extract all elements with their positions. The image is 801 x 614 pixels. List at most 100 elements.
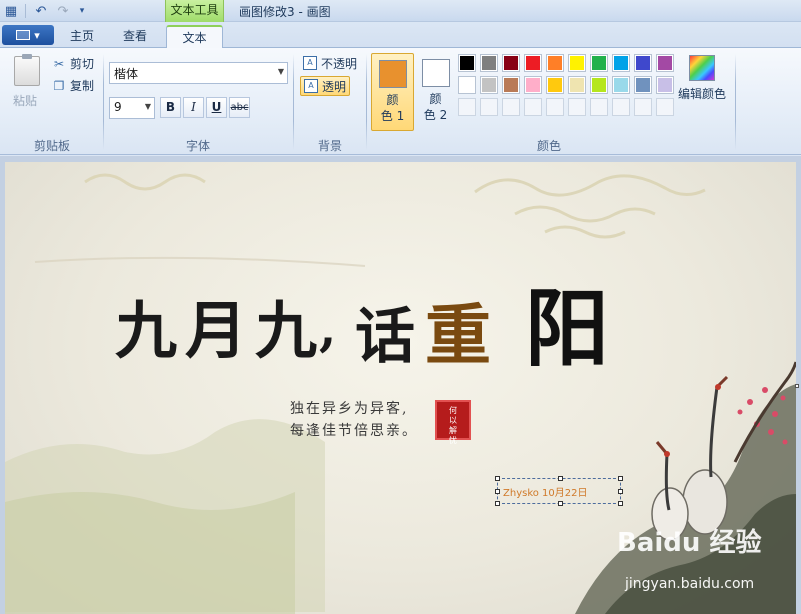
palette-color-swatch[interactable] (656, 76, 674, 94)
palette-custom-slot[interactable] (458, 98, 476, 116)
resize-handle[interactable] (618, 489, 623, 494)
palette-color-swatch[interactable] (480, 54, 498, 72)
palette-custom-slot[interactable] (634, 98, 652, 116)
resize-handle[interactable] (495, 489, 500, 494)
resize-handle[interactable] (618, 501, 623, 506)
headline-char: 重 (425, 296, 491, 374)
swatch-fill (482, 78, 496, 92)
transparent-option[interactable]: A 透明 (300, 76, 351, 96)
swatch-fill (614, 78, 628, 92)
headline-char: 九 (255, 294, 318, 367)
resize-handle[interactable] (495, 476, 500, 481)
palette-color-swatch[interactable] (480, 76, 498, 94)
palette-color-swatch[interactable] (590, 76, 608, 94)
underline-button[interactable]: U (206, 97, 227, 118)
palette-color-swatch[interactable] (524, 76, 542, 94)
group-separator (366, 54, 367, 150)
tab-home[interactable]: 主页 (60, 25, 104, 48)
headline-char: 月 (185, 294, 248, 367)
palette-custom-slot[interactable] (590, 98, 608, 116)
swatch-fill (614, 56, 628, 70)
headline-char: 阳 (525, 279, 610, 378)
strikethrough-button[interactable]: abc (229, 97, 250, 118)
italic-button[interactable]: I (183, 97, 204, 118)
palette-custom-slot[interactable] (480, 98, 498, 116)
drawing-canvas[interactable]: 九 月 九 , 话 重 阳 独在异乡为异客, 每逢佳节倍思亲。 何以解忧 Zhy… (5, 162, 796, 614)
copy-button[interactable]: ❐ 复制 (52, 77, 94, 94)
palette-custom-slot[interactable] (502, 98, 520, 116)
palette-color-swatch[interactable] (612, 76, 630, 94)
color1-label-b: 色 1 (380, 109, 405, 123)
opaque-option[interactable]: A 不透明 (300, 53, 360, 73)
resize-handle[interactable] (558, 501, 563, 506)
swatch-fill (548, 78, 562, 92)
text-box-content[interactable]: Zhysko 10月22日 (503, 484, 588, 499)
color1-label-a: 颜 (386, 93, 399, 107)
palette-custom-slot[interactable] (656, 98, 674, 116)
headline-char: 九 (115, 294, 178, 367)
palette-color-swatch[interactable] (458, 54, 476, 72)
swatch-fill (460, 56, 474, 70)
palette-color-swatch[interactable] (546, 76, 564, 94)
background-group-label: 背景 (317, 139, 342, 153)
palette-color-swatch[interactable] (458, 76, 476, 94)
baidu-watermark-url: jingyan.baidu.com (625, 576, 755, 592)
clipboard-group-label: 剪贴板 (33, 139, 70, 153)
redo-icon[interactable]: ↷ (55, 3, 71, 19)
swatch-fill (658, 56, 672, 70)
tab-view[interactable]: 查看 (112, 25, 158, 48)
font-group-label: 字体 (185, 139, 210, 153)
file-menu-button[interactable]: ▾ (2, 25, 54, 45)
paste-icon[interactable] (14, 54, 40, 86)
color2-button[interactable]: 颜 色 2 (414, 53, 457, 131)
bold-button[interactable]: B (160, 97, 181, 118)
font-size-value: 9 (114, 100, 122, 114)
canvas-resize-handle[interactable] (795, 384, 799, 388)
cut-button[interactable]: ✂ 剪切 (52, 55, 94, 72)
opaque-label: 不透明 (321, 56, 358, 71)
paste-button-label[interactable]: 粘贴 (13, 92, 37, 109)
font-family-select[interactable]: 楷体 ▼ (109, 62, 288, 84)
palette-color-swatch[interactable] (656, 54, 674, 72)
tab-text[interactable]: 文本 (166, 25, 223, 49)
resize-handle[interactable] (495, 501, 500, 506)
resize-handle[interactable] (558, 476, 563, 481)
headline-char: 话 (355, 302, 415, 372)
palette-color-swatch[interactable] (546, 54, 564, 72)
palette-custom-slot[interactable] (546, 98, 564, 116)
text-input-box[interactable]: Zhysko 10月22日 (495, 476, 623, 506)
undo-icon[interactable]: ↶ (33, 3, 49, 19)
swatch-fill (570, 78, 584, 92)
palette-custom-slot[interactable] (612, 98, 630, 116)
font-family-value: 楷体 (114, 67, 139, 81)
group-separator (103, 54, 104, 150)
palette-custom-slot[interactable] (524, 98, 542, 116)
poem-line-2: 每逢佳节倍思亲。 (290, 423, 418, 439)
font-size-select[interactable]: 9 ▼ (109, 97, 155, 119)
palette-color-swatch[interactable] (634, 54, 652, 72)
palette-color-swatch[interactable] (502, 54, 520, 72)
swatch-fill (504, 56, 518, 70)
swatch-fill (592, 56, 606, 70)
edit-colors-button[interactable]: 编辑颜色 (676, 53, 728, 102)
paint-app-icon[interactable]: ▦ (3, 3, 19, 19)
crane-illustration (651, 375, 729, 541)
palette-color-swatch[interactable] (568, 76, 586, 94)
palette-color-swatch[interactable] (590, 54, 608, 72)
resize-handle[interactable] (618, 476, 623, 481)
window-title: 画图修改3 - 画图 (239, 5, 331, 19)
customize-quick-access-icon[interactable]: ▾ (74, 3, 90, 19)
palette-color-swatch[interactable] (524, 54, 542, 72)
ribbon: 粘贴 ✂ 剪切 ❐ 复制 剪贴板 楷体 ▼ 9 ▼ B I U abc 字体 A… (0, 48, 801, 155)
color2-label-b: 色 2 (423, 108, 448, 122)
mountain-mist (5, 492, 295, 614)
color1-button[interactable]: 颜 色 1 (371, 53, 414, 131)
palette-color-swatch[interactable] (634, 76, 652, 94)
color1-swatch (378, 60, 407, 88)
palette-color-swatch[interactable] (612, 54, 630, 72)
palette-custom-slot[interactable] (568, 98, 586, 116)
colors-group-label: 颜色 (536, 139, 561, 153)
palette-color-swatch[interactable] (568, 54, 586, 72)
poem-line-1: 独在异乡为异客, (290, 401, 409, 417)
palette-color-swatch[interactable] (502, 76, 520, 94)
